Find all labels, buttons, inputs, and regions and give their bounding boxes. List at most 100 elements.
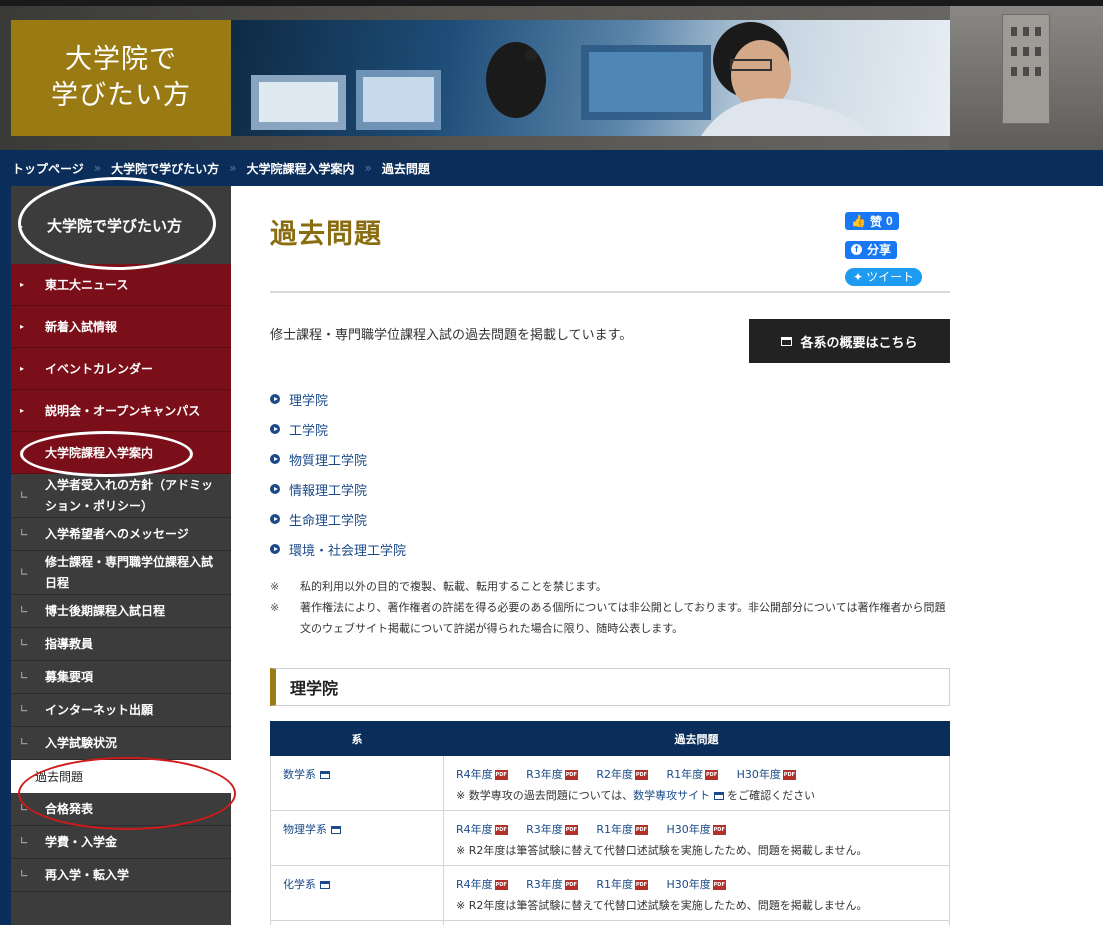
exam-cell: R4年度 PDF R3年度 PDF R1年度 PDF H30年度 PDF ※ R2年度は… [443,865,950,921]
facebook-like-button[interactable]: 👍 赞 0 [845,212,899,230]
sidebar-item-calendar[interactable]: ▸ イベントカレンダー [11,348,231,390]
exam-cell [443,920,950,925]
social-buttons: 👍 赞 0 f 分享 ✦ ツイート [845,210,935,293]
year-label: R3年度 [526,768,563,781]
row-note-text: をご確認ください [727,789,816,802]
pdf-icon: PDF [705,770,719,780]
dept-cell: 化学系 [270,865,444,921]
sidebar-item-readmission[interactable]: ∟ 再入学・転入学 [11,859,231,892]
hero-photo-illustration [251,22,871,136]
dept-link-chemistry[interactable]: 化学系 [283,878,330,891]
share-label: 分享 [867,243,892,257]
year-label: R2年度 [596,768,633,781]
building-photo [950,6,1103,150]
exam-pdf-link[interactable]: H30年度 PDF [666,878,740,891]
school-link-science[interactable]: 理学院 [270,384,406,414]
row-note-text: ※ 数学専攻の過去問題については、 [456,789,634,802]
year-label: R1年度 [666,768,704,781]
exam-pdf-link[interactable]: R2年度 PDF [596,768,663,781]
school-link-environment[interactable]: 環境・社会理工学院 [270,534,406,564]
math-site-link-label: 数学専攻サイト [633,789,711,802]
overview-button[interactable]: 各系の概要はこちら [749,319,950,363]
school-link-life-science[interactable]: 生命理工学院 [270,504,406,534]
note-text: 私的利用以外の目的で複製、転載、転用することを禁じます。 [300,580,607,593]
hero-title: 大学院で 学びたい方 [11,20,231,136]
circle-arrow-icon [270,424,280,434]
breadcrumb-graduate[interactable]: 大学院で学びたい方 [111,160,219,177]
year-label: R1年度 [596,823,633,836]
pdf-icon: PDF [564,825,578,835]
sidebar-heading[interactable]: ▸ 大学院で学びたい方 [11,186,231,264]
math-site-link[interactable]: 数学専攻サイト [633,789,725,802]
sidebar-item-admission-policy[interactable]: ∟ 入学者受入れの方針（アドミッション・ポリシー） [11,474,231,518]
hero-title-line-1: 大学院で [65,44,177,75]
sidebar-item-exam-info[interactable]: ▸ 新着入試情報 [11,306,231,348]
pdf-icon: PDF [712,880,726,890]
hero-title-line-2: 学びたい方 [51,80,191,111]
year-label: R3年度 [526,878,563,891]
notes: ※ 私的利用以外の目的で複製、転載、転用することを禁じます。 ※ 著作権法により… [270,576,950,639]
dept-label: 数学系 [283,768,316,781]
tweet-button[interactable]: ✦ ツイート [845,267,923,286]
sidebar-item-open-campus[interactable]: ▸ 説明会・オープンキャンパス [11,390,231,432]
breadcrumb-top[interactable]: トップページ [12,160,84,177]
twitter-bird-icon: ✦ [853,269,864,284]
sidebar-item-online-application[interactable]: ∟ インターネット出願 [11,694,231,727]
exam-pdf-link[interactable]: R4年度 PDF [456,878,523,891]
arrow-right-icon: ▸ [19,222,24,231]
circle-arrow-icon [270,544,280,554]
sidebar-item-label: 入学試験状況 [45,736,118,750]
dept-cell [270,920,444,925]
dept-link-math[interactable]: 数学系 [283,768,330,781]
pdf-icon: PDF [634,880,648,890]
sidebar-item-master-schedule[interactable]: ∟ 修士課程・専門職学位課程入試日程 [11,551,231,595]
sidebar-item-label: 大学院課程入学案内 [45,445,154,460]
dept-link-physics[interactable]: 物理学系 [283,823,341,836]
sidebar-item-results[interactable]: ∟ 合格発表 [11,793,231,826]
school-link-engineering[interactable]: 工学院 [270,414,406,444]
exam-pdf-link[interactable]: R1年度 PDF [596,823,663,836]
sidebar-item-doctoral-schedule[interactable]: ∟ 博士後期課程入試日程 [11,595,231,628]
pdf-icon: PDF [782,770,796,780]
thumbs-up-icon: 👍 [851,214,866,228]
sidebar-item-news[interactable]: ▸ 東工大ニュース [11,264,231,306]
exam-pdf-link[interactable]: R3年度 PDF [526,823,593,836]
breadcrumb-admission[interactable]: 大学院課程入学案内 [246,160,354,177]
sidebar-item-guidelines[interactable]: ∟ 募集要項 [11,661,231,694]
school-link-computing[interactable]: 情報理工学院 [270,474,406,504]
exam-pdf-link[interactable]: R1年度 PDF [596,878,663,891]
sidebar-item-exam-status[interactable]: ∟ 入学試験状況 [11,727,231,760]
pdf-icon: PDF [494,825,508,835]
like-label: 赞 [869,214,882,229]
top-bar [0,0,1103,6]
sidebar-item-supervisors[interactable]: ∟ 指導教員 [11,628,231,661]
note-mark: ※ [270,601,280,614]
facebook-share-button[interactable]: f 分享 [845,240,898,259]
exam-cell: R4年度 PDF R3年度 PDF R2年度 PDF R1年度 PDF H30年度 PDF… [443,755,950,811]
exam-cell: R4年度 PDF R3年度 PDF R1年度 PDF H30年度 PDF ※ R2年度は… [443,810,950,866]
exam-pdf-link[interactable]: H30年度 PDF [737,768,811,781]
sidebar-item-graduate-admission[interactable]: ▾ 大学院課程入学案内 [11,432,231,474]
sidebar-item-message[interactable]: ∟ 入学希望者へのメッセージ [11,518,231,551]
year-label: R4年度 [456,878,493,891]
note-text: 著作権法により、著作権者の許諾を得る必要のある個所については非公開としております… [300,601,946,635]
external-window-icon [320,771,330,779]
school-link-materials[interactable]: 物質理工学院 [270,444,406,474]
column-header-dept: 系 [270,721,444,756]
sidebar-item-label: 指導教員 [45,637,94,651]
sub-item-icon: ∟ [20,638,29,649]
pdf-icon: PDF [634,825,648,835]
sidebar-item-label: 再入学・転入学 [45,868,130,882]
exam-pdf-link[interactable]: R4年度 PDF [456,823,523,836]
sidebar-item-fees[interactable]: ∟ 学費・入学金 [11,826,231,859]
sidebar-item-past-exams[interactable]: 過去問題 [11,760,231,793]
exam-pdf-link[interactable]: R1年度 PDF [666,768,733,781]
exam-pdf-link[interactable]: R3年度 PDF [526,878,593,891]
breadcrumb-chevron-icon: » [229,161,237,175]
like-count: 0 [885,214,893,228]
sub-item-icon: ∟ [20,671,29,682]
sidebar-item-label: 入学者受入れの方針（アドミッション・ポリシー） [45,477,214,513]
exam-pdf-link[interactable]: R4年度 PDF [456,768,523,781]
exam-pdf-link[interactable]: R3年度 PDF [526,768,593,781]
exam-pdf-link[interactable]: H30年度 PDF [666,823,740,836]
